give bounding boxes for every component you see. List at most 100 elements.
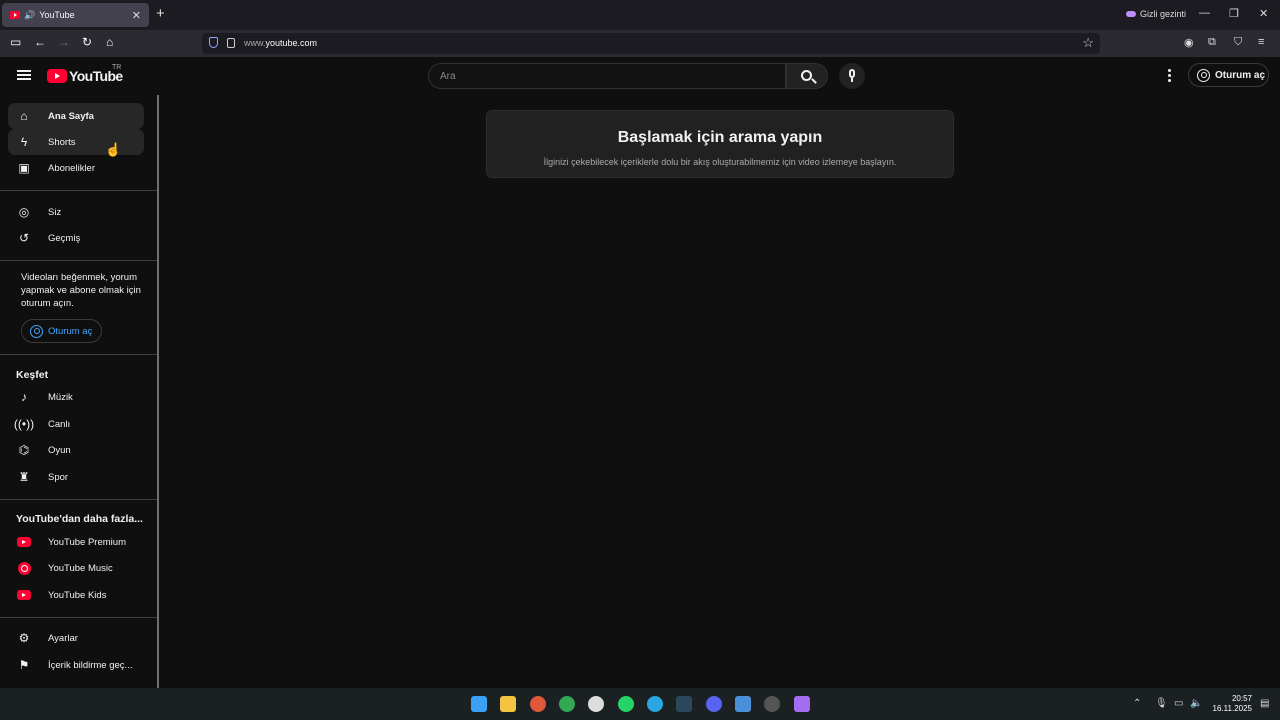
reload-button[interactable]: ↻ <box>82 35 92 49</box>
sidebar-item-label: Müzik <box>48 391 73 403</box>
sidebar-item-label: Canlı <box>48 418 71 430</box>
windows-start-icon[interactable] <box>471 696 487 712</box>
explore-heading: Keşfet <box>16 369 49 381</box>
firefox-icon[interactable] <box>530 696 546 712</box>
signin-button[interactable]: Oturum aç <box>1188 63 1269 87</box>
trophy-icon: ♜ <box>18 470 30 484</box>
empty-feed-card: Başlamak için arama yapın İlginizi çekeb… <box>486 110 954 178</box>
private-label: Gizli gezinti <box>1140 9 1187 19</box>
forward-button[interactable]: → <box>58 35 70 49</box>
search-input[interactable]: Ara <box>428 63 786 89</box>
chatgpt-icon[interactable] <box>588 696 604 712</box>
live-icon: ((•)) <box>13 417 35 431</box>
sidebar-item-home[interactable]: ⌂ Ana Sayfa <box>8 103 144 129</box>
telegram-icon[interactable] <box>647 696 663 712</box>
lock-icon[interactable] <box>227 38 235 48</box>
search-button[interactable] <box>786 63 828 89</box>
sidebar-item-settings[interactable]: ⚙ Ayarlar <box>8 625 144 651</box>
sidebar-item-shorts[interactable]: ϟ Shorts <box>8 129 144 155</box>
firefox-private-icon[interactable] <box>794 696 810 712</box>
whatsapp-icon[interactable] <box>618 696 634 712</box>
close-window-button[interactable]: ✕ <box>1259 7 1268 20</box>
back-button[interactable]: ← <box>34 35 46 49</box>
microphone-tray-icon[interactable]: 🎙 <box>1155 698 1168 709</box>
sidebar-scrollbar[interactable] <box>157 95 159 688</box>
new-tab-button[interactable]: + <box>156 6 165 22</box>
browser-tab[interactable]: 🔊 YouTube ✕ <box>2 3 149 27</box>
more-options-icon[interactable] <box>1168 69 1171 82</box>
sidebar-item-sports[interactable]: ♜ Spor <box>8 464 144 490</box>
sidebar-item-history[interactable]: ↺ Geçmiş <box>8 225 144 251</box>
url-text[interactable]: www.youtube.com <box>244 38 317 48</box>
guide-menu-icon[interactable] <box>17 70 31 80</box>
chrome-icon[interactable] <box>559 696 575 712</box>
bookmark-star-icon[interactable]: ☆ <box>1082 35 1094 51</box>
sidebar-item-label: İçerik bildirme geç... <box>48 659 133 671</box>
photos-icon[interactable] <box>735 696 751 712</box>
gaming-icon: ⌬ <box>18 443 30 457</box>
restore-button[interactable]: ❐ <box>1229 7 1239 20</box>
sidebar-item-youtube-music[interactable]: YouTube Music <box>8 555 144 581</box>
divider <box>0 499 158 500</box>
promo-signin-label: Oturum aç <box>48 325 93 337</box>
card-subtitle: İlginizi çekebilecek içeriklerle dolu bi… <box>543 157 897 167</box>
sidebar-item-gaming[interactable]: ⌬ Oyun <box>8 437 144 463</box>
discord-icon[interactable] <box>706 696 722 712</box>
subscriptions-icon: ▣ <box>18 161 30 175</box>
account-icon[interactable]: ◉ <box>1184 36 1194 49</box>
youtube-play-icon <box>47 69 67 83</box>
sidebar-toggle-icon[interactable]: ▭ <box>10 35 21 49</box>
music-icon: ♪ <box>21 390 27 404</box>
sidebar-item-label: Oyun <box>48 444 71 456</box>
promo-signin-button[interactable]: Oturum aç <box>21 319 102 343</box>
notifications-icon[interactable]: ▤ <box>1260 698 1269 709</box>
sidebar-item-label: Geçmiş <box>48 232 81 244</box>
url-bar[interactable]: www.youtube.com ☆ <box>202 33 1100 54</box>
divider <box>0 190 158 191</box>
sidebar-item-you[interactable]: ◎ Siz <box>8 199 144 225</box>
divider <box>0 354 158 355</box>
sidebar-item-music[interactable]: ♪ Müzik <box>8 384 144 410</box>
divider <box>0 617 158 618</box>
sidebar-item-youtube-kids[interactable]: YouTube Kids <box>8 582 144 608</box>
mouse-cursor-icon: ☝ <box>105 142 122 157</box>
sidebar-item-label: YouTube Premium <box>48 536 126 548</box>
app-icon[interactable] <box>764 696 780 712</box>
menu-icon[interactable]: ≡ <box>1258 36 1264 48</box>
youtube-premium-icon <box>16 534 32 550</box>
sidebar-item-label: Siz <box>48 206 62 218</box>
file-explorer-icon[interactable] <box>500 696 516 712</box>
close-tab-icon[interactable]: ✕ <box>132 9 141 22</box>
network-icon[interactable]: ▭ <box>1174 698 1183 709</box>
card-title: Başlamak için arama yapın <box>617 129 823 146</box>
tracking-protection-icon[interactable] <box>209 37 218 48</box>
sidebar-item-label: Abonelikler <box>48 162 95 174</box>
private-browsing-indicator: Gizli gezinti <box>1126 9 1186 19</box>
youtube-logo[interactable]: YouTube TR <box>47 64 123 84</box>
clock-date: 16.11.2025 <box>1212 704 1252 713</box>
speaker-icon[interactable]: 🔊 <box>24 10 35 21</box>
sidebar-item-label: YouTube Kids <box>48 589 107 601</box>
steam-icon[interactable] <box>676 696 692 712</box>
sidebar-item-live[interactable]: ((•)) Canlı <box>8 411 144 437</box>
signin-label: Oturum aç <box>1215 69 1266 81</box>
sidebar-item-subscriptions[interactable]: ▣ Abonelikler <box>8 155 144 181</box>
shield-icon[interactable]: ⛉ <box>1234 36 1242 49</box>
user-icon: ◎ <box>18 205 30 219</box>
extensions-icon[interactable]: ⧉ <box>1208 36 1216 49</box>
flag-icon: ⚑ <box>18 658 30 672</box>
volume-icon[interactable]: 🔈 <box>1190 698 1202 709</box>
home-button[interactable]: ⌂ <box>106 35 113 49</box>
minimize-button[interactable]: — <box>1199 7 1210 19</box>
sidebar-item-report-history[interactable]: ⚑ İçerik bildirme geç... <box>8 652 144 678</box>
more-from-youtube-heading: YouTube'dan daha fazla... <box>16 513 143 525</box>
system-clock[interactable]: 20:57 16.11.2025 <box>1210 694 1252 714</box>
history-icon: ↺ <box>18 231 30 245</box>
sidebar-item-label: YouTube Music <box>48 562 113 574</box>
sidebar-item-label: Ayarlar <box>48 632 78 644</box>
tray-expand-icon[interactable]: ⌃ <box>1133 698 1141 709</box>
browser-tab-bar: 🔊 YouTube ✕ + Gizli gezinti — ❐ ✕ <box>0 0 1280 30</box>
voice-search-button[interactable] <box>839 63 865 89</box>
sidebar-item-youtube-premium[interactable]: YouTube Premium <box>8 529 144 555</box>
signin-promo-text: Videoları beğenmek, yorum yapmak ve abon… <box>21 272 141 309</box>
